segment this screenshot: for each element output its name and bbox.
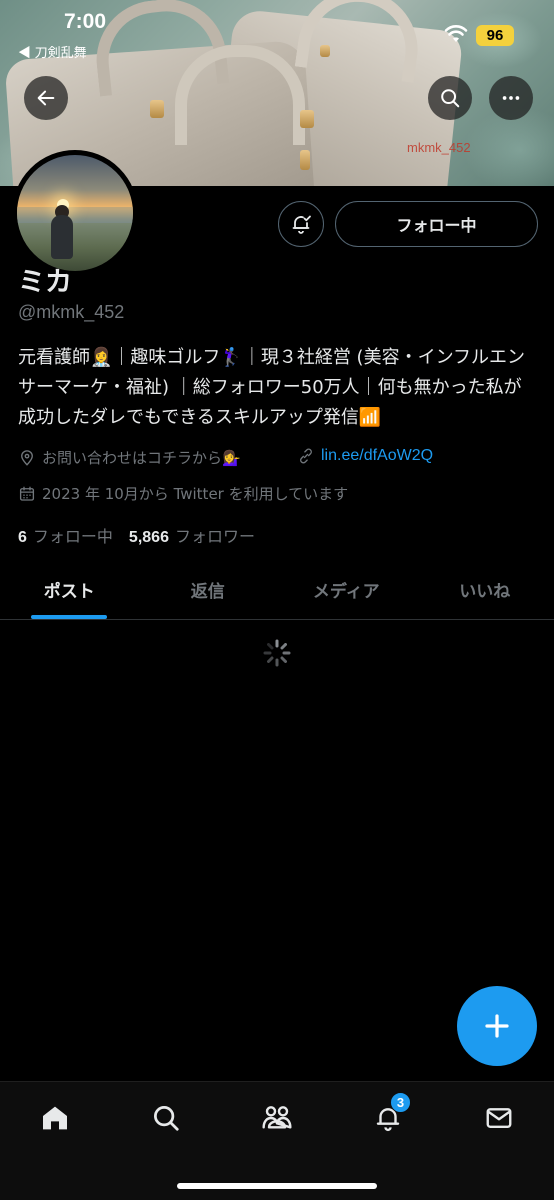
communities-icon — [262, 1106, 292, 1129]
banner-image-handle — [175, 45, 305, 145]
banner-image-clasp — [300, 150, 310, 170]
profile-location-text: お問い合わせはコチラから💁‍♀️ — [42, 449, 241, 467]
profile-tabs: ポスト 返信 メディア いいね — [0, 560, 554, 620]
arrow-left-icon — [37, 90, 55, 106]
profile-link-text[interactable]: lin.ee/dfAoW2Q — [321, 447, 433, 465]
status-back-to-app[interactable]: ◀ 刀剣乱舞 — [18, 42, 87, 61]
tab-replies[interactable]: 返信 — [139, 560, 278, 619]
notifications-badge: 3 — [390, 1092, 411, 1113]
messages-icon — [486, 1108, 512, 1128]
nav-notifications[interactable]: 3 — [368, 1092, 411, 1138]
home-icon — [43, 1106, 67, 1130]
profile-location: お問い合わせはコチラから💁‍♀️ — [18, 447, 241, 468]
username: @mkmk_452 — [18, 302, 125, 322]
profile-bio: 元看護師👩‍⚕️｜趣味ゴルフ🏌️‍♀️｜現３社経営 (美容・インフルエンサーマー… — [18, 347, 526, 428]
nav-messages[interactable] — [479, 1098, 519, 1138]
following-button[interactable]: フォロー中 — [335, 201, 538, 247]
more-options-button[interactable] — [489, 76, 533, 120]
calendar-icon — [19, 486, 35, 501]
plus-icon — [485, 1014, 509, 1038]
compose-post-button[interactable] — [457, 986, 537, 1066]
more-horizontal-icon — [502, 96, 520, 100]
banner-image-clasp — [300, 110, 314, 128]
avatar-image-sea — [17, 207, 133, 223]
loading-spinner-icon — [263, 639, 291, 667]
link-icon — [300, 448, 312, 464]
followers-label[interactable]: フォロワー — [175, 523, 255, 547]
profile-join-date: 2023 年 10月から Twitter を利用しています — [18, 483, 348, 504]
display-name: ミカ — [18, 267, 72, 298]
search-icon — [441, 89, 460, 108]
following-count[interactable]: 6 — [18, 529, 27, 547]
tab-media[interactable]: メディア — [277, 560, 416, 619]
bell-check-icon — [292, 215, 311, 234]
nav-search[interactable] — [146, 1098, 186, 1138]
tab-posts[interactable]: ポスト — [0, 560, 139, 619]
profile-join-date-text: 2023 年 10月から Twitter を利用しています — [42, 485, 349, 503]
follow-stats: 6 フォロー中 5,866 フォロワー — [18, 523, 265, 547]
avatar-image-person — [51, 215, 73, 259]
nav-home[interactable] — [35, 1098, 75, 1138]
search-icon — [154, 1106, 179, 1131]
home-indicator[interactable] — [177, 1183, 377, 1189]
status-time: 7:00 — [64, 10, 107, 33]
search-button[interactable] — [428, 76, 472, 120]
nav-communities[interactable] — [257, 1098, 297, 1138]
following-label[interactable]: フォロー中 — [33, 523, 113, 547]
notifications-toggle-button[interactable] — [278, 201, 324, 247]
battery-indicator: 96 — [476, 25, 514, 46]
tab-likes[interactable]: いいね — [416, 560, 554, 619]
followers-count[interactable]: 5,866 — [129, 529, 169, 547]
banner-watermark: mkmk_452 — [407, 140, 471, 155]
profile-link[interactable]: lin.ee/dfAoW2Q — [297, 447, 433, 465]
avatar[interactable] — [12, 150, 138, 276]
banner-image-clasp — [320, 45, 330, 57]
wifi-icon — [444, 24, 468, 48]
back-button[interactable] — [24, 76, 68, 120]
location-pin-icon — [21, 449, 33, 466]
banner-image-clasp — [150, 100, 164, 118]
